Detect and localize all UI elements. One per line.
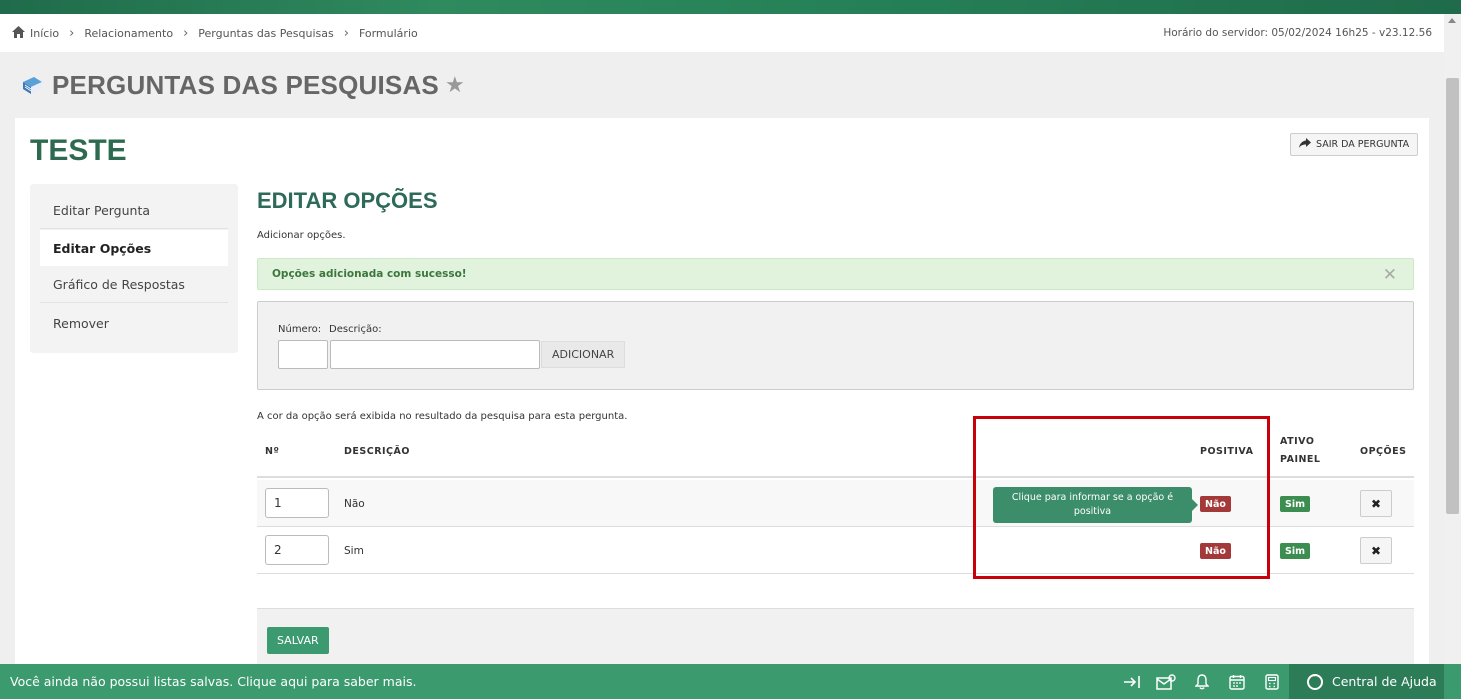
row-numero-input[interactable] — [265, 535, 329, 565]
breadcrumb: Início › Relacionamento › Perguntas das … — [0, 14, 1444, 52]
mail-settings-icon[interactable] — [1155, 671, 1177, 693]
breadcrumb-home[interactable]: Início — [30, 27, 59, 40]
server-time: Horário do servidor: 05/02/2024 16h25 - … — [1163, 27, 1432, 39]
scroll-thumb[interactable] — [1446, 78, 1459, 514]
help-center-button[interactable]: Central de Ajuda — [1289, 664, 1444, 699]
row-descricao: Sim — [344, 545, 364, 557]
success-alert: Opções adicionada com sucesso! ✕ — [257, 258, 1414, 290]
ativo-painel-badge[interactable]: Sim — [1280, 543, 1310, 559]
top-accent-bar — [0, 0, 1461, 14]
breadcrumb-formulario: Formulário — [358, 26, 418, 40]
help-center-label: Central de Ajuda — [1332, 674, 1437, 689]
close-icon: ✖ — [1370, 496, 1382, 511]
star-icon[interactable]: ★ — [445, 73, 465, 98]
positiva-badge[interactable]: Não — [1200, 496, 1231, 512]
add-button[interactable]: ADICIONAR — [541, 341, 626, 368]
exit-question-label: SAIR DA PERGUNTA — [1316, 139, 1410, 150]
save-button[interactable]: SALVAR — [267, 627, 329, 654]
table-row: Sim Não Sim ✖ — [257, 527, 1414, 574]
positiva-tooltip: Clique para informar se a opção é positi… — [993, 487, 1198, 523]
chevron-right-icon: › — [183, 25, 189, 41]
home-icon[interactable] — [12, 25, 25, 41]
scroll-up-icon[interactable] — [1448, 18, 1456, 23]
row-descricao: Não — [344, 498, 365, 510]
positiva-badge[interactable]: Não — [1200, 543, 1231, 559]
alert-message: Opções adicionada com sucesso! — [272, 268, 467, 280]
header-descricao: DESCRIÇÃO — [344, 446, 410, 457]
exit-question-button[interactable]: SAIR DA PERGUNTA — [1290, 133, 1419, 156]
bottom-bar: Você ainda não possui listas salvas. Cli… — [0, 664, 1461, 699]
header-opcoes: OPÇÕES — [1360, 446, 1407, 457]
header-positiva: POSITIVA — [1200, 446, 1254, 457]
delete-button[interactable]: ✖ — [1360, 537, 1392, 564]
color-hint: A cor da opção será exibida no resultado… — [257, 411, 628, 422]
chat-bubble-icon — [1307, 672, 1323, 690]
header-ativo: ATIVO — [1280, 436, 1315, 447]
numero-input[interactable] — [278, 340, 328, 369]
close-icon: ✖ — [1370, 543, 1382, 558]
question-title: TESTE — [30, 134, 127, 167]
delete-button[interactable]: ✖ — [1360, 490, 1392, 517]
section-subtitle: Adicionar opções. — [257, 230, 346, 241]
sidebar-item-editar-opcoes[interactable]: Editar Opções — [40, 230, 228, 266]
bell-icon[interactable] — [1191, 671, 1213, 693]
table-header: Nº DESCRIÇÃO POSITIVA ATIVO PAINEL OPÇÕE… — [257, 424, 1414, 478]
chevron-right-icon: › — [343, 25, 349, 41]
sidebar-item-grafico-respostas[interactable]: Gráfico de Respostas — [40, 267, 228, 303]
close-icon[interactable]: ✕ — [1383, 265, 1397, 285]
add-option-form: Número: Descrição: ADICIONAR — [257, 301, 1414, 390]
chevron-right-icon: › — [69, 25, 75, 41]
sidebar-item-editar-pergunta[interactable]: Editar Pergunta — [40, 193, 228, 229]
header-numero: Nº — [265, 446, 280, 457]
descricao-label: Descrição: — [329, 324, 382, 335]
numero-label: Número: — [278, 324, 322, 335]
breadcrumb-relacionamento[interactable]: Relacionamento — [84, 27, 173, 40]
calculator-icon[interactable] — [1261, 671, 1283, 693]
page-title: PERGUNTAS DAS PESQUISAS — [52, 70, 439, 100]
section-title: EDITAR OPÇÕES — [257, 188, 438, 213]
descricao-input[interactable] — [330, 340, 540, 369]
arrow-to-right-icon[interactable] — [1121, 671, 1143, 693]
table-row: Não Clique para informar se a opção é po… — [257, 480, 1414, 527]
question-card: TESTE SAIR DA PERGUNTA Editar Pergunta E… — [15, 118, 1429, 678]
scrollbar[interactable] — [1444, 14, 1461, 664]
share-arrow-icon — [1299, 138, 1311, 151]
saved-lists-message[interactable]: Você ainda não possui listas salvas. Cli… — [10, 674, 416, 689]
sidebar-item-remover[interactable]: Remover — [40, 305, 228, 341]
page-header: PERGUNTAS DAS PESQUISAS ★ — [20, 70, 465, 101]
breadcrumb-perguntas[interactable]: Perguntas das Pesquisas — [198, 27, 333, 40]
header-painel: PAINEL — [1280, 454, 1321, 465]
calendar-icon[interactable] — [1226, 671, 1248, 693]
side-menu: Editar Pergunta Editar Opções Gráfico de… — [30, 184, 238, 353]
book-icon — [20, 74, 44, 98]
row-numero-input[interactable] — [265, 488, 329, 518]
ativo-painel-badge[interactable]: Sim — [1280, 496, 1310, 512]
